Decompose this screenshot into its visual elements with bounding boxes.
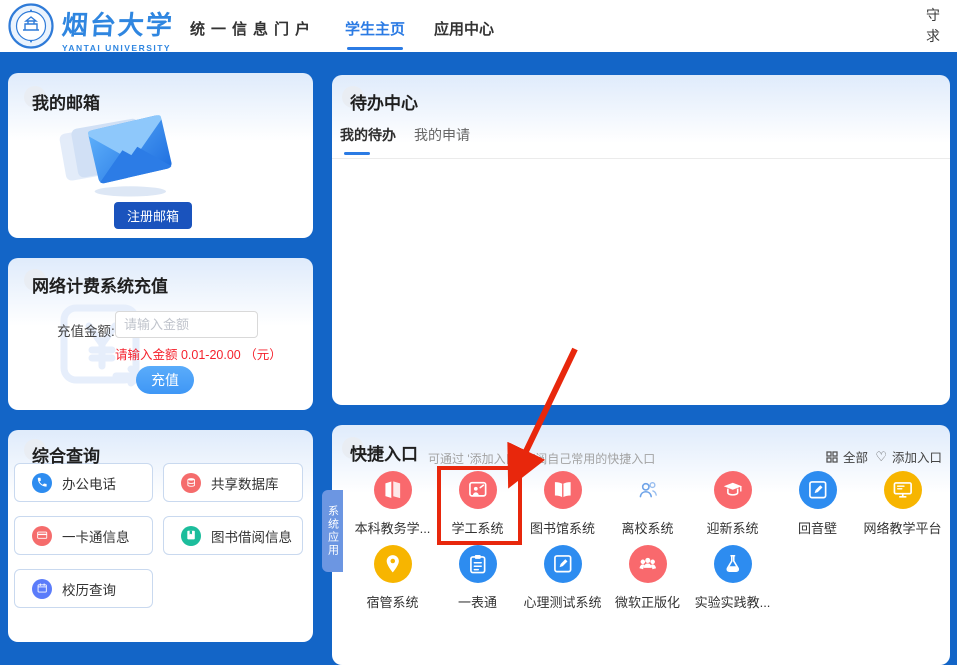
flask-icon [714,545,752,583]
tab-my-todos[interactable]: 我的待办 [340,125,396,155]
nav-unified-portal[interactable]: 统一信息门户 [190,18,316,39]
quick-entry-item[interactable]: 回音壁 [775,471,860,537]
quick-entry-label: 实验实践教... [695,592,771,611]
quick-entry-item[interactable]: 网络教学平台 [860,471,945,537]
quick-row-2: 宿管系统 一表通 心理测试系统微软正版化实验实践教... [350,545,775,611]
envelope-illustration-icon [36,103,206,205]
quick-entry-label: 一表通 [458,592,497,611]
todo-title: 待办中心 [350,89,418,114]
nav-app-center[interactable]: 应用中心 [434,18,494,39]
todo-tabs: 我的待办 我的申请 [340,125,470,155]
quick-entry-item[interactable]: 一表通 [435,545,520,611]
quick-entry-label: 图书馆系统 [530,518,595,537]
grid-icon [826,451,838,463]
motto-char-1: 守 [925,6,941,27]
todo-card: 待办中心 我的待办 我的申请 [332,75,950,405]
open-book-icon [544,471,582,509]
query-card: 综合查询 办公电话 共享数据库一卡通信息 图书借阅信息校历查询 [8,430,313,642]
quick-entry-item[interactable]: 心理测试系统 [520,545,605,611]
quick-entry-hint: 可通过 '添加入口' 订阅自己常用的快捷入口 [428,450,655,467]
quick-entry-label: 网络教学平台 [863,518,941,537]
university-wordmark: 烟台大学 YANTAI UNIVERSITY [62,5,174,53]
query-title: 综合查询 [32,442,100,467]
quick-entry-item[interactable]: 实验实践教... [690,545,775,611]
monitor-icon [884,471,922,509]
university-seal-logo [8,3,54,49]
query-button[interactable]: 办公电话 [14,463,153,502]
university-name-cn: 烟台大学 [61,5,176,42]
view-all-label: 全部 [843,447,868,466]
university-name-en: YANTAI UNIVERSITY [62,43,174,53]
heart-icon [875,449,887,465]
add-entry-label: 添加入口 [892,447,942,466]
query-button[interactable]: 校历查询 [14,569,153,608]
quick-entry-item[interactable]: 迎新系统 [690,471,775,537]
pencil-square-icon [544,545,582,583]
todo-divider [332,158,950,159]
tab-my-applications[interactable]: 我的申请 [414,125,470,155]
recharge-card: 网络计费系统充值 充值金额: 请输入金额 0.01-20.00 （元） 充值 [8,258,313,410]
quick-entry-title: 快捷入口 [350,440,418,465]
pencil-square-icon [799,471,837,509]
add-entry-button[interactable]: 添加入口 [875,447,942,466]
amount-range-hint: 请输入金额 0.01-20.00 （元） [115,344,282,363]
quick-entry-label: 迎新系统 [706,518,758,537]
quick-entry-card: 快捷入口 可通过 '添加入口' 订阅自己常用的快捷入口 全部 添加入口 系统应用… [332,425,950,665]
quick-entry-item[interactable]: 图书馆系统 [520,471,605,537]
query-button-label: 办公电话 [62,473,116,493]
query-button[interactable]: 图书借阅信息 [163,516,303,555]
location-pin-icon [374,545,412,583]
people-outline-icon [629,471,667,509]
amount-label: 充值金额: [57,320,115,340]
quick-entry-item[interactable]: 离校系统 [605,471,690,537]
annotation-highlight-box [437,466,522,545]
nav-student-home[interactable]: 学生主页 [345,18,405,39]
view-all-button[interactable]: 全部 [826,447,868,466]
books-icon [374,471,412,509]
quick-entry-item[interactable]: 宿管系统 [350,545,435,611]
recharge-submit-button[interactable]: 充值 [136,366,194,394]
calendar-icon [32,579,52,599]
quick-entry-item[interactable]: 本科教务学... [350,471,435,537]
quick-entry-item[interactable]: 微软正版化 [605,545,690,611]
grad-cap-icon [714,471,752,509]
people-filled-icon [629,545,667,583]
motto-text: 守 求 [925,6,941,48]
quick-entry-label: 心理测试系统 [523,592,601,611]
register-mailbox-button[interactable]: 注册邮箱 [114,202,192,229]
mailbox-title: 我的邮箱 [32,89,100,114]
quick-entry-label: 宿管系统 [366,592,418,611]
query-button[interactable]: 共享数据库 [163,463,303,502]
query-button-label: 一卡通信息 [62,526,130,546]
quick-entry-label: 微软正版化 [615,592,680,611]
query-button-label: 共享数据库 [211,473,279,493]
card-icon [32,526,52,546]
amount-input[interactable] [115,311,258,338]
mailbox-card: 我的邮箱 注册邮箱 [8,73,313,238]
book-icon [181,526,201,546]
top-header: 烟台大学 YANTAI UNIVERSITY 统一信息门户 学生主页 应用中心 … [0,0,957,52]
query-button-label: 校历查询 [62,579,116,599]
side-tab-system-apps[interactable]: 系统应用 [322,490,343,572]
clipboard-icon [459,545,497,583]
quick-entry-label: 回音壁 [798,518,837,537]
quick-entry-label: 本科教务学... [355,518,431,537]
motto-char-2: 求 [925,27,941,48]
database-icon [181,473,201,493]
recharge-title: 网络计费系统充值 [32,272,168,297]
query-button[interactable]: 一卡通信息 [14,516,153,555]
query-grid: 办公电话 共享数据库一卡通信息 图书借阅信息校历查询 [14,463,303,608]
query-button-label: 图书借阅信息 [211,526,292,546]
quick-entry-label: 离校系统 [621,518,673,537]
phone-icon [32,473,52,493]
